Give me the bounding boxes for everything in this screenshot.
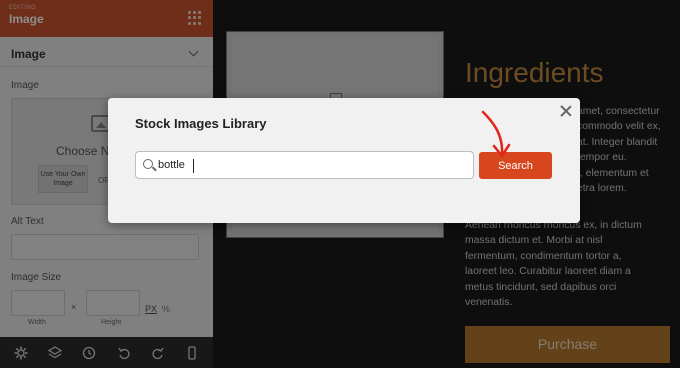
annotation-arrow-icon bbox=[481, 110, 511, 158]
text-cursor bbox=[193, 159, 194, 173]
search-input[interactable] bbox=[158, 155, 458, 175]
modal-title: Stock Images Library bbox=[135, 116, 267, 131]
close-icon[interactable] bbox=[559, 104, 573, 118]
search-icon bbox=[143, 159, 153, 169]
search-field[interactable] bbox=[135, 151, 474, 179]
